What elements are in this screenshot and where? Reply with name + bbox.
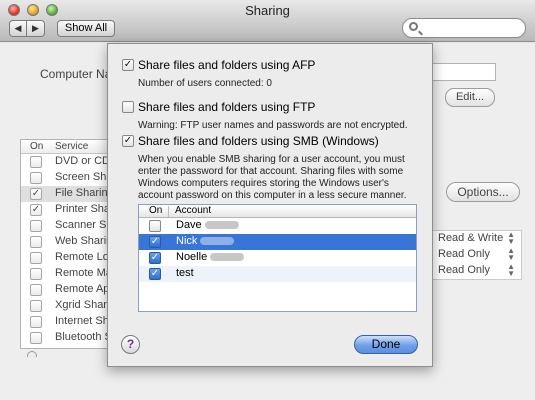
window-titlebar: Sharing ◀ ▶ Show All [0, 0, 535, 42]
on-column-header: On [149, 205, 163, 216]
account-checkbox[interactable]: ✓ [149, 268, 161, 280]
account-row[interactable]: ✓ Nick [139, 234, 416, 250]
account-column-header: Account [175, 205, 212, 216]
accounts-table-header: On Account [139, 205, 416, 218]
search-field[interactable] [402, 18, 526, 38]
done-button[interactable]: Done [354, 335, 418, 354]
ftp-label: Share files and folders using FTP [138, 100, 316, 114]
ftp-checkbox[interactable] [122, 101, 134, 113]
account-name: Dave [176, 219, 202, 231]
account-name: test [176, 267, 194, 279]
smb-label: Share files and folders using SMB (Windo… [138, 134, 379, 148]
account-row[interactable]: Dave [139, 218, 416, 234]
account-row[interactable]: ✓ test [139, 266, 416, 282]
account-checkbox[interactable] [149, 220, 161, 232]
search-icon [409, 22, 418, 31]
window-title: Sharing [245, 3, 290, 18]
ftp-warning: Warning: FTP user names and passwords ar… [138, 120, 408, 131]
help-button[interactable]: ? [121, 335, 140, 354]
account-name: Noelle [176, 251, 208, 263]
file-sharing-options-sheet: ✓ Share files and folders using AFP Numb… [107, 43, 433, 367]
redacted-surname [204, 221, 239, 230]
smb-option[interactable]: ✓ Share files and folders using SMB (Win… [122, 134, 379, 148]
afp-checkbox[interactable]: ✓ [122, 59, 134, 71]
account-row[interactable]: ✓ Noelle [139, 250, 416, 266]
account-checkbox[interactable]: ✓ [149, 252, 161, 264]
afp-option[interactable]: ✓ Share files and folders using AFP [122, 58, 315, 72]
navigation-buttons: ◀ ▶ [9, 20, 45, 37]
forward-button[interactable]: ▶ [27, 20, 45, 37]
redacted-surname [200, 237, 235, 246]
smb-description: When you enable SMB sharing for a user a… [138, 154, 407, 201]
account-name: Nick [176, 235, 198, 247]
back-button[interactable]: ◀ [9, 20, 27, 37]
account-checkbox[interactable]: ✓ [149, 236, 161, 248]
show-all-button[interactable]: Show All [57, 20, 115, 37]
afp-label: Share files and folders using AFP [138, 58, 316, 72]
afp-users-connected: Number of users connected: 0 [138, 78, 272, 89]
accounts-table: On Account Dave ✓ Nick ✓ Noelle ✓ test [138, 204, 417, 312]
redacted-surname [210, 253, 245, 262]
smb-checkbox[interactable]: ✓ [122, 135, 134, 147]
ftp-option[interactable]: Share files and folders using FTP [122, 100, 315, 114]
